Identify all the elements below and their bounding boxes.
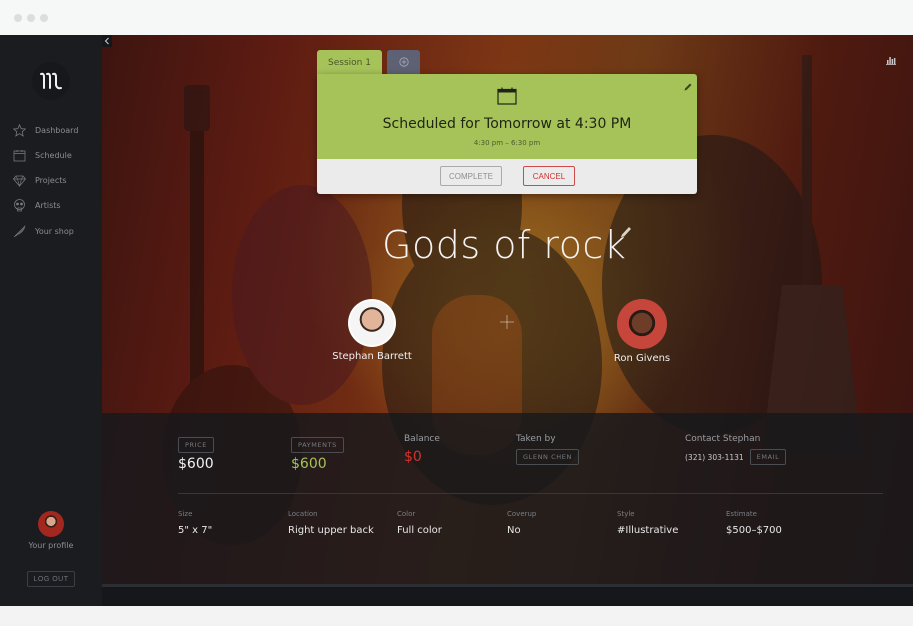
balance-value: $0 (404, 449, 422, 465)
price-value: $600 (178, 456, 214, 472)
calendar-icon (497, 87, 517, 105)
sidebar-item-label: Dashboard (35, 125, 79, 135)
contact-label: Contact Stephan (685, 434, 761, 444)
bar-chart-icon (886, 57, 896, 65)
chevron-left-icon (104, 37, 109, 45)
balance-field: Balance $0 (404, 434, 440, 465)
artist-person[interactable]: Ron Givens (587, 299, 697, 364)
contact-phone[interactable]: (321) 303-1131 (685, 453, 744, 462)
sidebar-item-your-shop[interactable]: Your shop (0, 220, 102, 242)
session-title: Scheduled for Tomorrow at 4:30 PM (382, 116, 632, 132)
plus-circle-icon (398, 57, 409, 67)
taken-by-artist-button[interactable]: GLENN CHEN (516, 449, 579, 465)
stats-button[interactable] (886, 50, 896, 65)
bottom-bar (102, 584, 913, 606)
detail-coverup: Coverup No (507, 510, 537, 536)
window-maximize-dot[interactable] (40, 14, 48, 22)
email-button[interactable]: EMAIL (749, 449, 787, 465)
sidebar-item-label: Artists (35, 200, 61, 210)
add-person-icon[interactable] (500, 315, 514, 329)
calendar-icon (12, 148, 26, 162)
pencil-icon (621, 227, 631, 237)
detail-color: Color Full color (397, 510, 442, 536)
logout-button[interactable]: LOG OUT (27, 571, 75, 587)
detail-location: Location Right upper back (288, 510, 374, 536)
detail-estimate: Estimate $500–$700 (726, 510, 782, 536)
brand-logo[interactable] (32, 62, 70, 100)
person-name: Ron Givens (613, 353, 671, 364)
project-title: Gods of rock (382, 223, 627, 267)
add-session-tab[interactable] (387, 50, 420, 74)
detail-style: Style #Illustrative (617, 510, 679, 536)
sidebar-item-label: Projects (35, 175, 67, 185)
pencil-icon (684, 83, 692, 91)
tab-session-1[interactable]: Session 1 (317, 50, 382, 75)
avatar (617, 299, 667, 349)
taken-by-field: Taken by GLENN CHEN (516, 434, 579, 465)
diamond-icon (12, 173, 26, 187)
app-window: Dashboard Schedule Projects Artists Your… (0, 35, 913, 606)
payments-button[interactable]: PAYMENTS (291, 437, 344, 453)
price-field: PRICE $600 (178, 432, 214, 472)
avatar (348, 299, 396, 347)
taken-by-label: Taken by (516, 434, 556, 444)
sidebar-item-schedule[interactable]: Schedule (0, 144, 102, 166)
window-close-dot[interactable] (14, 14, 22, 22)
profile-avatar[interactable] (38, 511, 64, 537)
browser-titlebar (0, 0, 913, 35)
feather-icon (12, 224, 26, 238)
brand-logo-icon (40, 72, 62, 90)
sidebar-item-artists[interactable]: Artists (0, 194, 102, 216)
star-icon (12, 123, 26, 137)
collapse-sidebar-button[interactable] (102, 35, 112, 47)
client-person[interactable]: Stephan Barrett (317, 299, 427, 362)
contact-field: Contact Stephan (321) 303-1131 EMAIL (685, 434, 787, 465)
your-profile-link[interactable]: Your profile (0, 541, 102, 550)
window-minimize-dot[interactable] (27, 14, 35, 22)
complete-button[interactable]: COMPLETE (440, 166, 502, 186)
balance-label: Balance (404, 434, 440, 444)
detail-size: Size 5" x 7" (178, 510, 213, 536)
sidebar-item-projects[interactable]: Projects (0, 169, 102, 191)
person-name: Stephan Barrett (332, 351, 412, 362)
payments-value: $600 (291, 456, 327, 472)
skull-icon (12, 198, 26, 212)
sidebar-item-label: Your shop (35, 226, 74, 236)
price-label: PRICE (178, 437, 214, 453)
sidebar: Dashboard Schedule Projects Artists Your… (0, 35, 102, 606)
edit-title-button[interactable] (620, 224, 632, 238)
edit-session-button[interactable] (683, 77, 693, 91)
session-time-range: 4:30 pm – 6:30 pm (473, 139, 541, 147)
sidebar-item-label: Schedule (35, 150, 72, 160)
payments-field: PAYMENTS $600 (291, 432, 344, 472)
session-card: Scheduled for Tomorrow at 4:30 PM 4:30 p… (317, 74, 697, 194)
divider (178, 493, 883, 494)
cancel-button[interactable]: CANCEL (523, 166, 575, 186)
sidebar-item-dashboard[interactable]: Dashboard (0, 119, 102, 141)
browser-footer (0, 606, 913, 626)
project-info-panel: PRICE $600 PAYMENTS $600 Balance $0 Take… (102, 413, 913, 584)
